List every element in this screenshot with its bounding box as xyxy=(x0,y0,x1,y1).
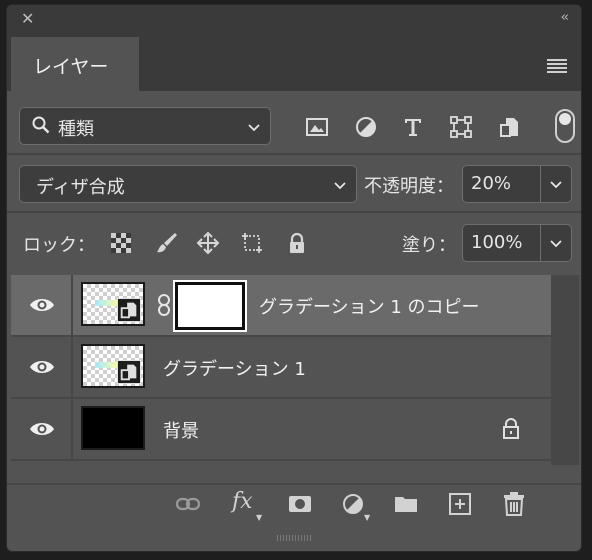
visibility-toggle[interactable] xyxy=(11,275,73,335)
fill-field[interactable]: 100% xyxy=(462,224,572,262)
smart-object-badge-icon xyxy=(117,298,141,322)
new-group-icon[interactable] xyxy=(393,491,419,517)
layer-thumbnail[interactable] xyxy=(81,406,145,450)
tab-row: レイヤー xyxy=(7,33,581,91)
add-mask-icon[interactable] xyxy=(287,491,313,517)
chevron-down-icon xyxy=(334,179,346,191)
chevron-down-icon xyxy=(550,178,562,190)
lock-position-icon[interactable] xyxy=(196,231,220,255)
tab-layers-label: レイヤー xyxy=(33,56,109,78)
dropdown-triangle-icon: ▼ xyxy=(256,513,263,522)
panel-titlebar: ✕ ‹‹ xyxy=(7,5,581,33)
divider xyxy=(7,211,581,213)
resize-grip[interactable] xyxy=(277,535,313,541)
tab-layers[interactable]: レイヤー xyxy=(11,37,139,91)
lock-artboard-icon[interactable] xyxy=(240,231,264,255)
opacity-dropdown[interactable] xyxy=(540,166,571,202)
delete-icon[interactable] xyxy=(501,491,527,517)
link-layers-icon[interactable] xyxy=(175,491,201,517)
shape-filter-icon[interactable] xyxy=(449,115,473,139)
smart-object-filter-icon[interactable] xyxy=(498,115,522,139)
layer-name[interactable]: 背景 xyxy=(163,417,199,443)
close-icon[interactable]: ✕ xyxy=(21,10,34,28)
layers-panel: ✕ ‹‹ レイヤー 種類 ディザ合成 不透明度： 20% ロック： 塗り： 10… xyxy=(6,4,582,552)
fx-icon[interactable]: fx xyxy=(232,489,258,515)
layer-name[interactable]: グラデーション 1 のコピー xyxy=(259,293,480,319)
layer-name[interactable]: グラデーション 1 xyxy=(163,355,306,381)
eye-icon xyxy=(30,423,54,435)
search-icon xyxy=(32,116,50,134)
layer-thumbnail[interactable] xyxy=(81,344,145,388)
blend-mode-select[interactable]: ディザ合成 xyxy=(19,165,357,203)
opacity-field[interactable]: 20% xyxy=(462,165,572,203)
layer-row[interactable]: 背景 xyxy=(11,399,551,461)
layer-list-scrollbar[interactable] xyxy=(551,275,579,465)
collapse-icon[interactable]: ‹‹ xyxy=(561,10,570,25)
chevron-down-icon xyxy=(248,121,260,133)
image-filter-icon[interactable] xyxy=(305,115,329,139)
layer-lock-icon[interactable] xyxy=(501,417,521,439)
layer-filter-select[interactable]: 種類 xyxy=(19,107,271,145)
visibility-toggle[interactable] xyxy=(11,337,73,397)
layer-mask-thumbnail[interactable] xyxy=(173,280,247,332)
dropdown-triangle-icon: ▼ xyxy=(364,513,371,522)
opacity-value: 20% xyxy=(471,173,512,194)
layer-row[interactable]: グラデーション 1 のコピー xyxy=(11,275,551,337)
divider xyxy=(7,153,581,155)
new-layer-icon[interactable] xyxy=(447,491,473,517)
visibility-toggle[interactable] xyxy=(11,399,73,459)
mask-link-icon[interactable] xyxy=(157,293,171,317)
new-adjustment-icon[interactable] xyxy=(340,491,366,517)
panel-menu-icon[interactable] xyxy=(547,59,567,73)
blend-mode-value: ディザ合成 xyxy=(36,177,125,198)
chevron-down-icon xyxy=(550,237,562,249)
lock-image-pixels-icon[interactable] xyxy=(155,231,179,255)
layer-list: グラデーション 1 のコピー グラデーション 1 背景 xyxy=(11,275,551,465)
eye-icon xyxy=(30,299,54,311)
opacity-label: 不透明度： xyxy=(364,176,454,197)
adjustment-filter-icon[interactable] xyxy=(354,115,378,139)
fill-dropdown[interactable] xyxy=(540,225,571,261)
fill-value: 100% xyxy=(471,232,523,253)
filter-toggle[interactable] xyxy=(555,109,575,143)
layer-thumbnail[interactable] xyxy=(81,282,145,326)
eye-icon xyxy=(30,361,54,373)
type-filter-icon[interactable] xyxy=(401,115,425,139)
lock-all-icon[interactable] xyxy=(285,231,309,255)
smart-object-badge-icon xyxy=(117,360,141,384)
fill-label: 塗り： xyxy=(402,235,456,256)
lock-transparent-pixels-icon[interactable] xyxy=(109,231,133,255)
layer-row[interactable]: グラデーション 1 xyxy=(11,337,551,399)
filter-kind-label: 種類 xyxy=(58,119,94,140)
lock-label: ロック： xyxy=(23,235,95,256)
